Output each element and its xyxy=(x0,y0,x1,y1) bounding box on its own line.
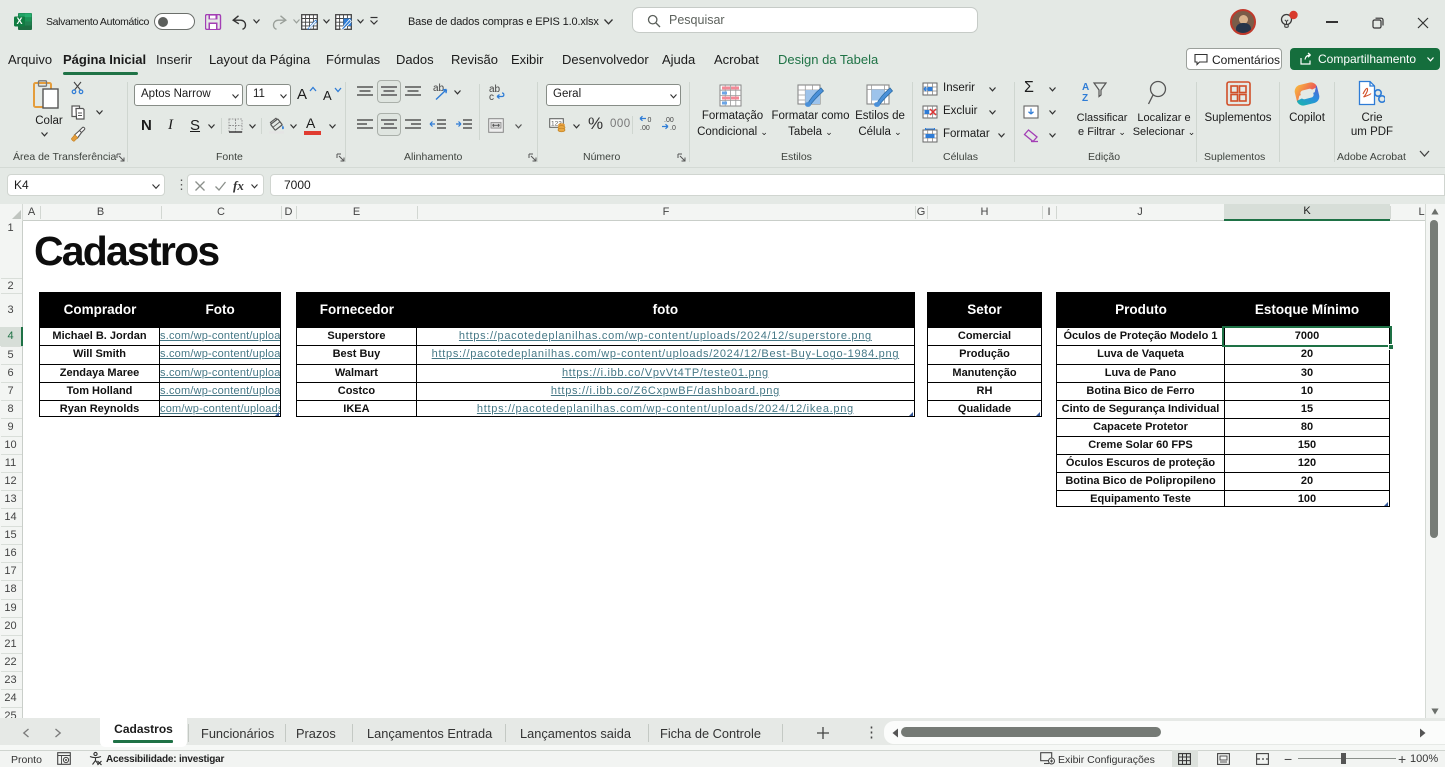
svg-text:X: X xyxy=(16,16,22,26)
svg-text:0: 0 xyxy=(648,117,652,124)
svg-text:.0: .0 xyxy=(670,125,676,132)
svg-text:.00: .00 xyxy=(664,117,674,124)
svg-text:Z: Z xyxy=(1082,93,1088,104)
svg-text:A: A xyxy=(1082,82,1089,93)
svg-text:c: c xyxy=(489,92,494,101)
svg-text:.00: .00 xyxy=(640,125,650,132)
